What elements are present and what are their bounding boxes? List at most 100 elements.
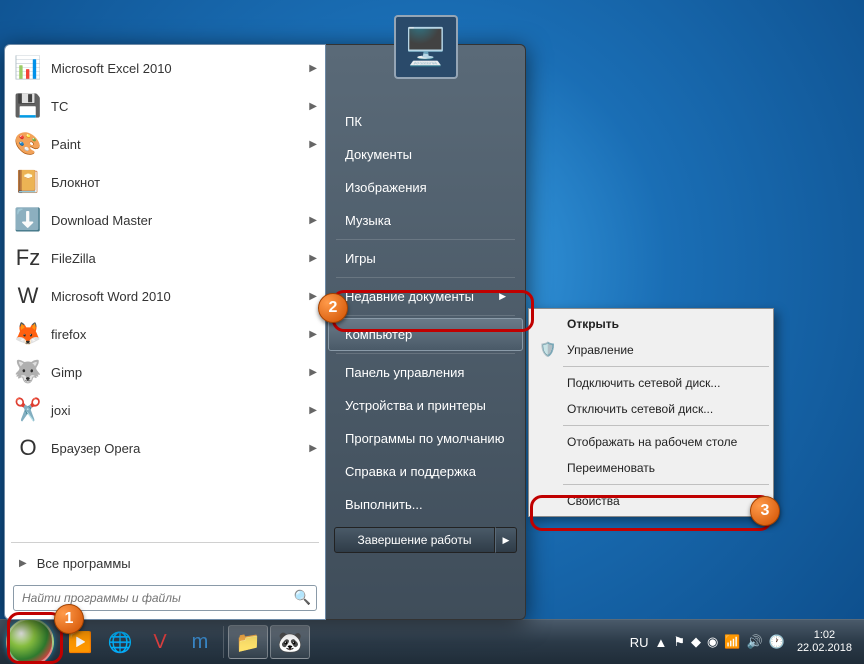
app-item[interactable]: 📔 Блокнот bbox=[7, 163, 323, 201]
music-link[interactable]: Музыка bbox=[328, 204, 523, 237]
app-item[interactable]: 🦊firefox▶ bbox=[7, 315, 323, 353]
app-item[interactable]: 🎨Paint▶ bbox=[7, 125, 323, 163]
chevron-right-icon: ▶ bbox=[309, 63, 317, 74]
context-map-drive[interactable]: Подключить сетевой диск... bbox=[531, 370, 771, 396]
clock-date: 22.02.2018 bbox=[797, 642, 852, 655]
chevron-right-icon: ▶ bbox=[19, 558, 27, 569]
tray-network-icon[interactable]: 📶 bbox=[724, 634, 740, 650]
app-item[interactable]: W Microsoft Word 2010▶ bbox=[7, 277, 323, 315]
app-label: Браузер Opera bbox=[51, 441, 309, 456]
badge-1: 1 bbox=[54, 604, 84, 634]
chevron-right-icon: ▶ bbox=[499, 291, 506, 302]
shutdown-options-button[interactable]: ▶ bbox=[495, 527, 517, 553]
all-programs-label: Все программы bbox=[37, 556, 131, 571]
separator bbox=[336, 353, 515, 354]
taskbar-vivaldi-icon[interactable]: V bbox=[141, 626, 179, 658]
computer-link[interactable]: Компьютер bbox=[328, 318, 523, 351]
app-item[interactable]: 🐺Gimp▶ bbox=[7, 353, 323, 391]
context-show-desktop[interactable]: Отображать на рабочем столе bbox=[531, 429, 771, 455]
pictures-link[interactable]: Изображения bbox=[328, 171, 523, 204]
tray-nvidia-icon[interactable]: ◉ bbox=[707, 634, 718, 650]
control-panel-link[interactable]: Панель управления bbox=[328, 356, 523, 389]
app-label: FileZilla bbox=[51, 251, 309, 266]
badge-2: 2 bbox=[318, 293, 348, 323]
shield-icon: 🛡️ bbox=[539, 341, 556, 358]
app-item[interactable]: 💾TC▶ bbox=[7, 87, 323, 125]
documents-link[interactable]: Документы bbox=[328, 138, 523, 171]
gimp-icon: 🐺 bbox=[13, 357, 43, 387]
lang-indicator[interactable]: RU bbox=[630, 635, 649, 650]
separator bbox=[223, 626, 224, 658]
user-portrait[interactable]: 🖥️ bbox=[394, 15, 458, 79]
run-link[interactable]: Выполнить... bbox=[328, 488, 523, 521]
app-label: TC bbox=[51, 99, 309, 114]
chevron-right-icon: ▶ bbox=[309, 139, 317, 150]
shutdown-button[interactable]: Завершение работы bbox=[334, 527, 495, 553]
tray-flag-icon[interactable]: ⚑ bbox=[673, 634, 685, 650]
context-properties[interactable]: Свойства bbox=[531, 488, 771, 514]
context-disconnect-drive[interactable]: Отключить сетевой диск... bbox=[531, 396, 771, 422]
separator bbox=[336, 239, 515, 240]
all-programs[interactable]: ▶ Все программы bbox=[5, 545, 325, 581]
games-link[interactable]: Игры bbox=[328, 242, 523, 275]
tray-clock-icon[interactable]: 🕐 bbox=[769, 634, 785, 650]
desktop: 📊Microsoft Excel 2010▶💾TC▶🎨Paint▶📔Блокно… bbox=[0, 0, 864, 664]
context-menu: Открыть 🛡️Управление Подключить сетевой … bbox=[528, 308, 774, 517]
help-link[interactable]: Справка и поддержка bbox=[328, 455, 523, 488]
context-manage[interactable]: 🛡️Управление bbox=[531, 337, 771, 363]
pinned-apps-list: 📊Microsoft Excel 2010▶💾TC▶🎨Paint▶📔Блокно… bbox=[5, 45, 325, 540]
user-link[interactable]: ПК bbox=[328, 105, 523, 138]
chevron-right-icon: ▶ bbox=[309, 291, 317, 302]
chevron-right-icon: ▶ bbox=[309, 443, 317, 454]
shutdown-group: Завершение работы ▶ bbox=[334, 527, 517, 553]
chevron-right-icon: ▶ bbox=[309, 329, 317, 340]
notepad-icon: 📔 bbox=[13, 167, 43, 197]
search-icon[interactable]: 🔍 bbox=[294, 589, 311, 606]
app-label: Paint bbox=[51, 137, 309, 152]
taskbar: ▶️ 🌐 V m 📁 🐼 RU ▲ ⚑ ◆ ◉ 📶 🔊 🕐 1:02 22.02… bbox=[0, 619, 864, 664]
separator bbox=[336, 277, 515, 278]
chevron-right-icon: ▶ bbox=[309, 405, 317, 416]
app-label: Microsoft Word 2010 bbox=[51, 289, 309, 304]
taskbar-maxthon-icon[interactable]: m bbox=[181, 626, 219, 658]
clock[interactable]: 1:02 22.02.2018 bbox=[791, 629, 858, 655]
start-menu-left-pane: 📊Microsoft Excel 2010▶💾TC▶🎨Paint▶📔Блокно… bbox=[4, 44, 326, 620]
clock-time: 1:02 bbox=[797, 629, 852, 642]
recent-documents-link[interactable]: Недавние документы▶ bbox=[328, 280, 523, 313]
excel-icon: 📊 bbox=[13, 53, 43, 83]
start-menu: 📊Microsoft Excel 2010▶💾TC▶🎨Paint▶📔Блокно… bbox=[4, 44, 526, 620]
start-button[interactable] bbox=[6, 618, 54, 664]
default-programs-link[interactable]: Программы по умолчанию bbox=[328, 422, 523, 455]
app-label: Download Master bbox=[51, 213, 309, 228]
context-open[interactable]: Открыть bbox=[531, 311, 771, 337]
chevron-right-icon: ▶ bbox=[309, 215, 317, 226]
app-item[interactable]: ⬇️ Download Master▶ bbox=[7, 201, 323, 239]
app-item[interactable]: ✂️ joxi▶ bbox=[7, 391, 323, 429]
taskbar-chrome-icon[interactable]: 🌐 bbox=[101, 626, 139, 658]
badge-3: 3 bbox=[750, 496, 780, 526]
tray-volume-icon[interactable]: 🔊 bbox=[747, 634, 763, 650]
system-tray: RU ▲ ⚑ ◆ ◉ 📶 🔊 🕐 1:02 22.02.2018 bbox=[630, 629, 864, 655]
joxi-icon: ✂️ bbox=[13, 395, 43, 425]
app-label: Microsoft Excel 2010 bbox=[51, 61, 309, 76]
divider bbox=[11, 542, 319, 543]
context-rename[interactable]: Переименовать bbox=[531, 455, 771, 481]
taskbar-app-icon[interactable]: 🐼 bbox=[270, 625, 310, 659]
app-label: joxi bbox=[51, 403, 309, 418]
tray-chevron-icon[interactable]: ▲ bbox=[655, 635, 668, 650]
app-item[interactable]: OБраузер Opera▶ bbox=[7, 429, 323, 467]
chevron-right-icon: ▶ bbox=[309, 367, 317, 378]
separator bbox=[563, 484, 769, 485]
start-menu-right-pane: 🖥️ ПК Документы Изображения Музыка Игры … bbox=[326, 44, 526, 620]
word-icon: W bbox=[13, 281, 43, 311]
app-label: Блокнот bbox=[51, 175, 317, 190]
separator bbox=[336, 315, 515, 316]
app-item[interactable]: FzFileZilla▶ bbox=[7, 239, 323, 277]
tray-app-icon[interactable]: ◆ bbox=[691, 634, 701, 650]
app-item[interactable]: 📊 Microsoft Excel 2010▶ bbox=[7, 49, 323, 87]
separator bbox=[563, 366, 769, 367]
taskbar-explorer-icon[interactable]: 📁 bbox=[228, 625, 268, 659]
devices-link[interactable]: Устройства и принтеры bbox=[328, 389, 523, 422]
download-master-icon: ⬇️ bbox=[13, 205, 43, 235]
filezilla-icon: Fz bbox=[13, 243, 43, 273]
